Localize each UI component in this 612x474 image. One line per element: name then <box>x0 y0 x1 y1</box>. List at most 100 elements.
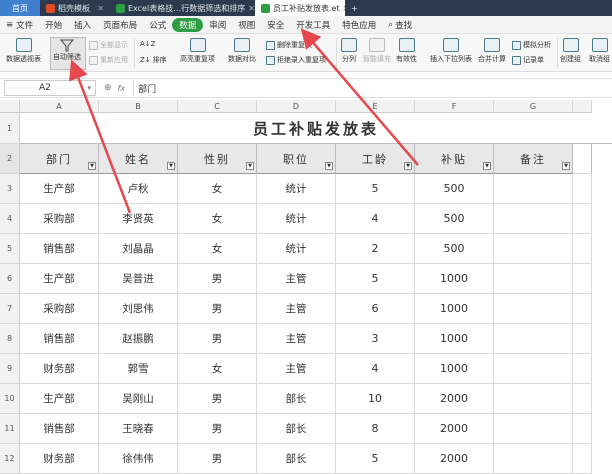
header-cell[interactable]: 部门 ▼ <box>20 144 99 174</box>
column-header-f[interactable]: F <box>415 100 494 113</box>
table-cell[interactable]: 1000 <box>415 354 494 384</box>
table-cell[interactable]: 主管 <box>257 354 336 384</box>
empty-cell[interactable] <box>573 414 592 444</box>
filter-dropdown-icon[interactable]: ▼ <box>562 162 570 170</box>
table-cell[interactable]: 500 <box>415 234 494 264</box>
pivot-table-button[interactable]: 数据透视表 <box>6 38 41 64</box>
sort-button[interactable]: Z↓ 排序 <box>140 55 167 65</box>
table-cell[interactable]: 女 <box>178 234 257 264</box>
table-cell[interactable] <box>494 384 573 414</box>
reject-duplicates-button[interactable]: 拒绝录入重复项 <box>266 55 326 65</box>
column-header-b[interactable]: B <box>99 100 178 113</box>
menu-item-5[interactable]: 审阅 <box>203 19 232 31</box>
table-cell[interactable]: 主管 <box>257 294 336 324</box>
row-header-11[interactable]: 11 <box>0 414 20 444</box>
sort-az-button[interactable]: A↓Z <box>140 40 155 48</box>
row-header-4[interactable]: 4 <box>0 204 20 234</box>
table-cell[interactable]: 财务部 <box>20 354 99 384</box>
empty-cell[interactable] <box>573 324 592 354</box>
simulate-analysis-button[interactable]: 模拟分析 <box>512 40 551 50</box>
empty-cell[interactable] <box>573 294 592 324</box>
table-cell[interactable]: 4 <box>336 204 415 234</box>
filter-dropdown-icon[interactable]: ▼ <box>246 162 254 170</box>
table-cell[interactable]: 部长 <box>257 444 336 474</box>
column-header-c[interactable]: C <box>178 100 257 113</box>
name-box[interactable]: A2 ▾ <box>4 80 96 96</box>
sheet-title[interactable]: 员工补贴发放表 <box>20 113 612 144</box>
column-header-blank[interactable] <box>573 100 592 113</box>
empty-cell[interactable] <box>573 444 592 474</box>
header-cell[interactable]: 工龄 ▼ <box>336 144 415 174</box>
row-header-3[interactable]: 3 <box>0 174 20 204</box>
table-cell[interactable]: 500 <box>415 204 494 234</box>
table-cell[interactable]: 财务部 <box>20 444 99 474</box>
table-cell[interactable]: 8 <box>336 414 415 444</box>
close-icon[interactable]: ✕ <box>97 4 104 13</box>
record-form-button[interactable]: 记录单 <box>512 55 544 65</box>
table-cell[interactable]: 李贤英 <box>99 204 178 234</box>
row-header-8[interactable]: 8 <box>0 324 20 354</box>
empty-cell[interactable] <box>573 354 592 384</box>
row-header-10[interactable]: 10 <box>0 384 20 414</box>
table-cell[interactable]: 5 <box>336 444 415 474</box>
table-cell[interactable]: 卢秋 <box>99 174 178 204</box>
table-cell[interactable]: 2000 <box>415 384 494 414</box>
table-cell[interactable]: 销售部 <box>20 234 99 264</box>
table-cell[interactable]: 生产部 <box>20 384 99 414</box>
create-group-button[interactable]: 创建组 <box>560 38 581 64</box>
table-cell[interactable]: 统计 <box>257 204 336 234</box>
table-cell[interactable]: 统计 <box>257 234 336 264</box>
filter-dropdown-icon[interactable]: ▼ <box>325 162 333 170</box>
column-header-d[interactable]: D <box>257 100 336 113</box>
table-cell[interactable]: 采购部 <box>20 294 99 324</box>
tab-3[interactable]: 员工补贴发放表.et✕ <box>255 0 345 16</box>
formula-input[interactable]: 部门 <box>133 80 612 96</box>
menu-item-9[interactable]: 特色应用 <box>336 19 382 31</box>
new-tab-button[interactable]: + <box>345 0 364 16</box>
row-header-2[interactable]: 2 <box>0 144 20 174</box>
validity-button[interactable]: 有效性 <box>396 38 417 64</box>
tab-0[interactable]: 首页 <box>0 0 40 16</box>
ungroup-button[interactable]: 取消组 <box>589 38 610 64</box>
table-cell[interactable]: 生产部 <box>20 174 99 204</box>
menu-item-2[interactable]: 页面布局 <box>97 19 143 31</box>
table-cell[interactable] <box>494 354 573 384</box>
header-cell[interactable]: 职位 ▼ <box>257 144 336 174</box>
table-cell[interactable]: 1000 <box>415 294 494 324</box>
table-cell[interactable]: 主管 <box>257 324 336 354</box>
empty-cell[interactable] <box>573 234 592 264</box>
menu-item-4[interactable]: 数据 <box>172 17 204 32</box>
autofilter-button[interactable]: 自动筛选 <box>53 38 81 62</box>
column-header-a[interactable]: A <box>20 100 99 113</box>
table-cell[interactable]: 销售部 <box>20 414 99 444</box>
row-header-1[interactable]: 1 <box>0 113 20 144</box>
table-cell[interactable] <box>494 444 573 474</box>
menu-item-8[interactable]: 开发工具 <box>290 19 336 31</box>
table-cell[interactable]: 2000 <box>415 414 494 444</box>
table-cell[interactable] <box>494 174 573 204</box>
table-cell[interactable] <box>494 324 573 354</box>
menu-item-3[interactable]: 公式 <box>143 19 172 31</box>
table-cell[interactable]: 郭雪 <box>99 354 178 384</box>
table-cell[interactable]: 1000 <box>415 264 494 294</box>
table-cell[interactable]: 4 <box>336 354 415 384</box>
empty-cell[interactable] <box>573 174 592 204</box>
tab-2[interactable]: Excel表格技…行数据筛选和排序 ✕ <box>110 0 255 16</box>
table-cell[interactable] <box>494 264 573 294</box>
search-menu[interactable]: ⌕ 查找 <box>382 19 418 31</box>
table-cell[interactable]: 生产部 <box>20 264 99 294</box>
table-cell[interactable]: 徐伟伟 <box>99 444 178 474</box>
table-cell[interactable]: 赵振鹏 <box>99 324 178 354</box>
table-cell[interactable] <box>494 204 573 234</box>
row-header-12[interactable]: 12 <box>0 444 20 474</box>
table-cell[interactable] <box>494 234 573 264</box>
reapply-button[interactable]: 重新应用 <box>89 55 128 65</box>
menu-item-0[interactable]: 开始 <box>39 19 68 31</box>
table-cell[interactable]: 部长 <box>257 384 336 414</box>
smart-fill-button[interactable]: 智能填充 <box>363 38 391 64</box>
table-cell[interactable]: 女 <box>178 204 257 234</box>
menu-item-1[interactable]: 插入 <box>68 19 97 31</box>
table-cell[interactable]: 王晓春 <box>99 414 178 444</box>
highlight-duplicates-button[interactable]: 高亮重复项 <box>180 38 215 64</box>
empty-cell[interactable] <box>573 384 592 414</box>
